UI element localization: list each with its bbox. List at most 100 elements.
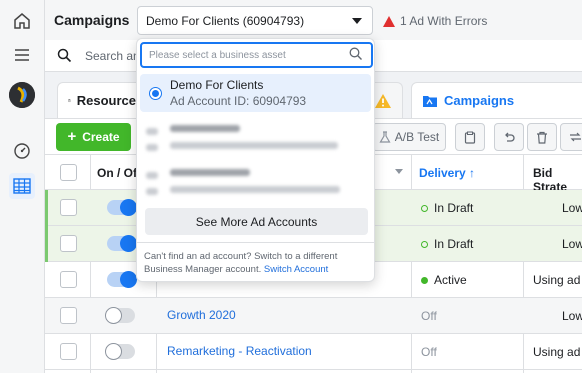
campaigns-folder-icon bbox=[423, 95, 437, 107]
toggle-knob bbox=[120, 199, 137, 216]
row-toggle[interactable] bbox=[105, 343, 135, 360]
row-checkbox[interactable] bbox=[60, 199, 77, 216]
row-toggle[interactable] bbox=[105, 307, 135, 324]
search-icon bbox=[57, 48, 72, 66]
page-title: Campaigns bbox=[54, 12, 130, 28]
status-dot bbox=[421, 204, 428, 212]
row-checkbox[interactable] bbox=[60, 307, 77, 324]
row-toggle[interactable] bbox=[107, 199, 137, 216]
errors-text: 1 Ad With Errors bbox=[400, 14, 488, 28]
row-checkbox[interactable] bbox=[60, 343, 77, 360]
error-warning-icon bbox=[383, 15, 395, 27]
status-dot bbox=[421, 240, 428, 248]
account-avatar[interactable] bbox=[9, 82, 35, 108]
create-button-label: Create bbox=[82, 130, 120, 144]
trash-icon bbox=[537, 131, 547, 144]
table-row[interactable]: Growth 2020 Off Low bbox=[45, 298, 582, 334]
tab-campaigns[interactable]: Campaigns bbox=[411, 82, 582, 118]
home-icon[interactable] bbox=[9, 8, 35, 34]
row-toggle[interactable] bbox=[107, 271, 137, 288]
row-checkbox[interactable] bbox=[60, 235, 77, 252]
delete-button[interactable] bbox=[527, 123, 557, 151]
tab-resources-label: Resource bbox=[76, 93, 136, 108]
redacted-text bbox=[146, 188, 158, 195]
delivery-text: Active bbox=[434, 273, 467, 287]
status-dot bbox=[421, 276, 428, 284]
campaign-name[interactable]: Remarketing - Reactivation bbox=[167, 344, 312, 358]
column-header-delivery[interactable]: Delivery ↑ bbox=[419, 166, 475, 180]
toggle-knob bbox=[105, 307, 122, 324]
undo-button[interactable] bbox=[494, 123, 524, 151]
export-button[interactable] bbox=[560, 123, 582, 151]
redacted-text bbox=[170, 169, 250, 176]
clipboard-icon bbox=[68, 99, 71, 102]
delivery-status: In Draft bbox=[421, 201, 473, 215]
search-icon bbox=[349, 47, 363, 64]
page-header: Campaigns Demo For Clients (60904793) 1 … bbox=[45, 0, 582, 40]
delivery-status: In Draft bbox=[421, 237, 473, 251]
delivery-status: Off bbox=[421, 345, 437, 359]
table-row[interactable]: Remarketing - Reactivation Off Using ad … bbox=[45, 334, 582, 370]
duplicate-button[interactable] bbox=[455, 123, 485, 151]
redacted-text bbox=[170, 186, 340, 193]
toggle-knob bbox=[120, 271, 137, 288]
divider bbox=[137, 242, 374, 243]
ad-account-option-redacted[interactable] bbox=[140, 119, 371, 157]
select-all-checkbox[interactable] bbox=[60, 164, 77, 181]
row-checkbox[interactable] bbox=[60, 271, 77, 288]
redacted-text bbox=[170, 125, 240, 132]
menu-icon[interactable] bbox=[9, 42, 35, 68]
bid-strategy: Low bbox=[562, 309, 582, 323]
delivery-text: Off bbox=[421, 309, 437, 323]
bid-strategy: Using ad s bbox=[533, 273, 582, 287]
left-nav-rail bbox=[0, 0, 45, 373]
tab-resources[interactable]: Resource bbox=[57, 82, 147, 118]
delivery-status: Off bbox=[421, 309, 437, 323]
account-selector-value: Demo For Clients (60904793) bbox=[146, 14, 305, 28]
export-arrows-icon bbox=[569, 132, 581, 142]
dashboard-gauge-icon[interactable] bbox=[9, 138, 35, 164]
clipboard-copy-icon bbox=[464, 131, 476, 144]
ab-test-button[interactable]: A/B Test bbox=[372, 123, 446, 151]
caret-down-icon bbox=[352, 18, 362, 24]
create-button[interactable]: + Create bbox=[56, 123, 131, 151]
delivery-status: Active bbox=[421, 273, 467, 287]
undo-icon bbox=[505, 132, 515, 142]
sort-caret-icon[interactable] bbox=[395, 169, 403, 174]
business-asset-dropdown: Please select a business asset Demo For … bbox=[136, 38, 375, 282]
campaign-name[interactable]: Growth 2020 bbox=[167, 308, 236, 322]
delivery-text: In Draft bbox=[434, 237, 474, 251]
ab-test-label: A/B Test bbox=[394, 130, 440, 144]
flask-icon bbox=[379, 131, 391, 143]
account-selector[interactable]: Demo For Clients (60904793) bbox=[137, 6, 373, 35]
see-more-ad-accounts-button[interactable]: See More Ad Accounts bbox=[145, 208, 368, 235]
bid-strategy: Low bbox=[562, 237, 582, 251]
tab-campaigns-label: Campaigns bbox=[444, 93, 515, 108]
selected-radio-icon bbox=[150, 88, 161, 99]
warning-icon bbox=[375, 93, 391, 108]
toggle-knob bbox=[120, 235, 137, 252]
search-placeholder: Search an bbox=[85, 49, 140, 63]
redacted-text bbox=[146, 172, 158, 179]
ads-manager-table-icon[interactable] bbox=[9, 173, 35, 199]
errors-indicator[interactable]: 1 Ad With Errors bbox=[383, 14, 487, 28]
delivery-text: Off bbox=[421, 345, 437, 359]
switch-account-link[interactable]: Switch Account bbox=[264, 264, 328, 275]
ad-account-option-selected[interactable]: Demo For Clients Ad Account ID: 60904793 bbox=[140, 74, 371, 112]
bid-strategy: Low bbox=[562, 201, 582, 215]
column-header-onoff[interactable]: On / Off bbox=[97, 166, 141, 180]
delivery-text: In Draft bbox=[434, 201, 474, 215]
redacted-text bbox=[146, 128, 158, 135]
redacted-text bbox=[146, 144, 158, 151]
ad-account-id: Ad Account ID: 60904793 bbox=[170, 94, 307, 108]
ad-account-option-redacted[interactable] bbox=[140, 163, 371, 201]
bid-strategy: Using ad s bbox=[533, 345, 582, 359]
toggle-knob bbox=[105, 343, 122, 360]
dropdown-footer: Can't find an ad account? Switch to a di… bbox=[144, 250, 372, 276]
redacted-text bbox=[170, 142, 338, 149]
ad-account-name: Demo For Clients bbox=[170, 78, 264, 92]
asset-search-placeholder: Please select a business asset bbox=[149, 50, 286, 61]
row-toggle[interactable] bbox=[107, 235, 137, 252]
plus-icon: + bbox=[67, 128, 77, 145]
asset-search-input[interactable]: Please select a business asset bbox=[140, 42, 373, 68]
